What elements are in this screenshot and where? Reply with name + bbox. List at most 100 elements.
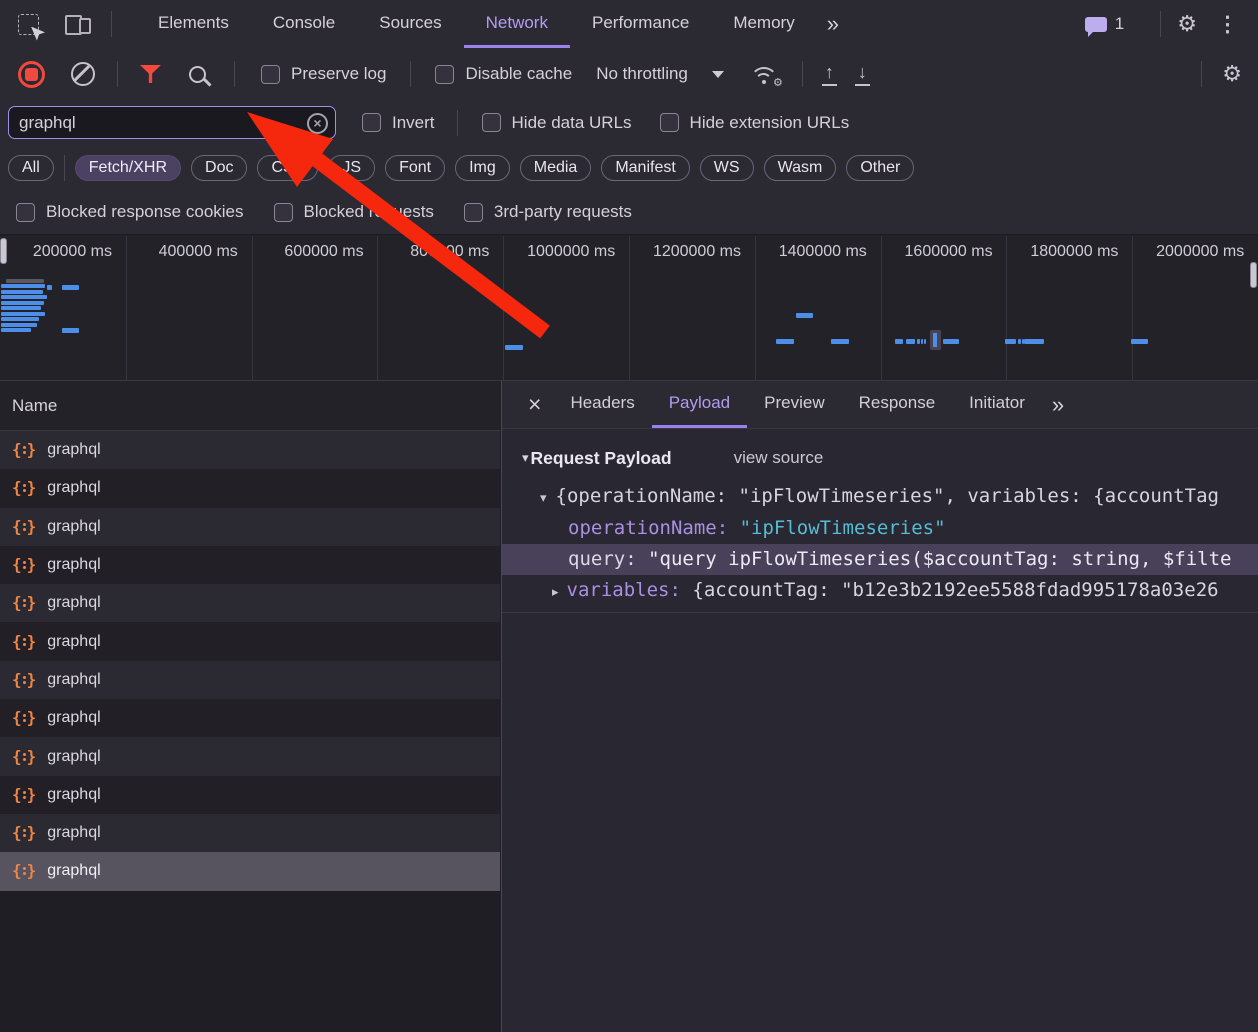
timeline-tick-label: 2000000 ms [1156,243,1245,260]
timeline-gridline [503,236,505,380]
devtools-tab-bar: Elements Console Sources Network Performance… [0,0,1258,49]
waterfall-bar [1,328,31,332]
fetch-xhr-icon: {} [12,784,37,804]
blocked-requests-checkbox[interactable] [273,202,293,222]
network-conditions-icon[interactable]: ⚙ [749,63,783,89]
waterfall-bar [796,313,813,318]
devtools-tab[interactable]: Elements [136,0,251,48]
network-filter-bar: × Invert Hide data URLs Hide extension U… [0,100,1258,145]
invert-checkbox[interactable] [362,113,381,132]
table-row[interactable]: {} graphql [0,699,500,738]
clear-filter-icon[interactable]: × [307,113,328,134]
throttling-dropdown-icon[interactable] [711,70,724,78]
request-name: graphql [47,632,101,650]
table-row[interactable]: {} graphql [0,622,500,661]
network-overview-timeline[interactable]: 200000 ms 400000 ms 600000 ms 800000 ms 1000… [0,236,1258,381]
table-row[interactable]: {} graphql [0,545,500,585]
name-column-header[interactable]: Name [0,381,500,431]
details-tab[interactable]: Initiator [952,381,1042,428]
fetch-xhr-icon: {} [12,746,37,766]
filter-funnel-icon[interactable] [140,65,161,83]
divider [117,61,118,87]
details-tab[interactable]: Response [842,381,953,428]
timeline-gridline [125,236,127,380]
device-toolbar-icon[interactable] [65,13,91,35]
table-row[interactable]: {} graphql [0,431,500,470]
timeline-gridline [1132,236,1134,380]
resource-type-chip[interactable]: Media [519,154,592,181]
fetch-xhr-icon: {} [12,516,37,536]
fetch-xhr-icon: {} [12,708,37,728]
clear-network-log-icon[interactable] [71,62,95,86]
hide-extension-urls-checkbox[interactable] [659,113,679,132]
resource-type-chip[interactable]: WS [699,154,754,181]
devtools-tab[interactable]: Performance [570,0,711,48]
details-tab[interactable]: Preview [747,381,841,428]
requests-panel: Name {} graphql {} graphql {} graphql {}… [0,381,500,1032]
payload-summary-line[interactable]: ▾ {operationName: "ipFlowTimeseries", var… [502,481,1258,513]
table-row[interactable]: {} graphql [0,775,500,814]
resource-type-chip[interactable]: Fetch/XHR [74,154,182,181]
details-tab[interactable]: Payload [651,381,748,428]
devtools-tab[interactable]: Console [251,0,357,48]
import-har-icon[interactable]: ↑ [821,63,837,86]
disable-cache-checkbox[interactable] [435,64,455,84]
payload-query-line-highlighted[interactable]: query: "query ipFlowTimeseries($accountT… [502,544,1258,575]
resource-type-chip[interactable]: Doc [191,154,248,181]
waterfall-bar [831,339,849,344]
view-source-link[interactable]: view source [734,448,824,468]
collapse-triangle-icon[interactable]: ▾ [522,450,529,466]
details-tab[interactable]: Headers [553,381,651,428]
fetch-xhr-icon: {} [12,440,37,460]
resource-type-chip[interactable]: Manifest [601,154,690,181]
timeline-tick-label: 600000 ms [284,243,364,260]
resource-type-chip[interactable]: JS [328,154,376,181]
collapse-triangle-icon[interactable]: ▾ [540,490,547,505]
divider [456,109,458,136]
request-name: graphql [47,441,101,459]
hide-data-urls-checkbox[interactable] [481,113,501,132]
throttling-select[interactable]: No throttling [596,64,688,84]
timeline-gridline [880,236,882,380]
table-row[interactable]: {} graphql [0,469,500,508]
inspect-element-icon[interactable] [18,13,39,35]
third-party-requests-checkbox[interactable] [463,202,483,222]
issues-chat-icon[interactable] [1084,16,1107,37]
resource-type-chip[interactable]: All [8,154,54,181]
export-har-icon[interactable]: ↓ [854,63,870,86]
network-settings-gear-icon[interactable]: ⚙ [1222,63,1242,85]
resource-type-chip[interactable]: Wasm [763,154,837,181]
resource-type-chip[interactable]: Img [455,154,510,181]
timeline-gridline [1006,236,1008,380]
overview-right-handle[interactable] [1250,262,1257,288]
devtools-tab[interactable]: Memory [711,0,816,48]
devtools-tab[interactable]: Sources [357,0,463,48]
resource-type-chip[interactable]: Font [385,154,446,181]
preserve-log-checkbox[interactable] [261,64,280,84]
devtools-tab[interactable]: Network [463,0,570,48]
search-icon[interactable] [189,65,206,83]
close-details-icon[interactable]: × [516,393,553,416]
table-row[interactable]: {} graphql [0,737,500,776]
expand-triangle-icon[interactable]: ▸ [552,584,559,599]
menu-kebab-icon[interactable]: ⋮ [1213,14,1242,35]
more-details-tabs-icon[interactable]: » [1042,392,1071,418]
disable-cache-label: Disable cache [465,64,573,83]
table-row[interactable]: {} graphql [0,584,500,623]
more-panels-icon[interactable]: » [817,11,846,37]
table-row[interactable]: {} graphql [0,813,500,853]
table-row[interactable]: {} graphql [0,852,500,891]
resource-type-chip[interactable]: Other [846,154,915,181]
settings-gear-icon[interactable]: ⚙ [1177,13,1197,35]
filter-input[interactable] [8,106,336,139]
divider [234,61,235,87]
waterfall-bar [906,339,915,344]
hide-data-urls-label: Hide data URLs [511,112,632,132]
payload-variables-line[interactable]: ▸ variables: {accountTag: "b12e3b2192ee55… [502,575,1258,607]
table-row[interactable]: {} graphql [0,660,500,700]
fetch-xhr-icon: {} [12,555,37,575]
resource-type-chip[interactable]: CSS [257,154,319,181]
record-network-log-icon[interactable] [18,60,45,88]
table-row[interactable]: {} graphql [0,507,500,546]
blocked-response-cookies-checkbox[interactable] [16,202,35,222]
